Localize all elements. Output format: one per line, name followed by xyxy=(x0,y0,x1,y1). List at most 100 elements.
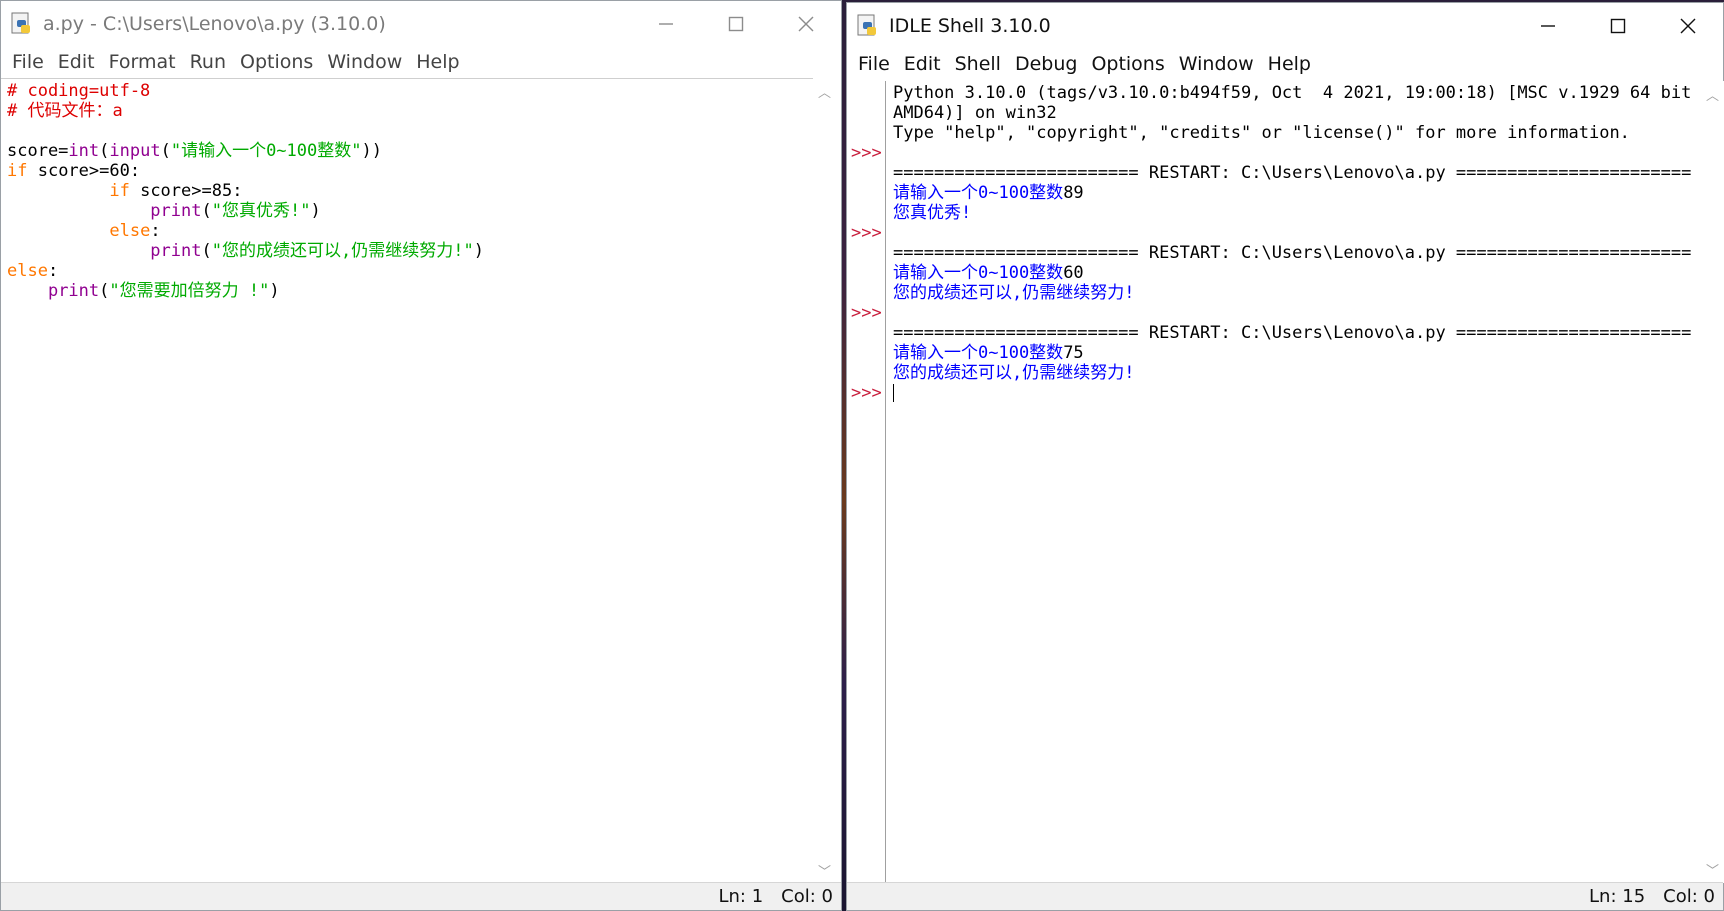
editor-menu-format[interactable]: Format xyxy=(102,51,183,73)
shell-text: AMD64)] on win32 xyxy=(893,103,1057,123)
editor-menu-file[interactable]: File xyxy=(5,51,51,73)
shell-line: 您的成绩还可以,仍需继续努力! xyxy=(893,363,1689,383)
code-line: if score>=85: xyxy=(7,181,807,201)
shell-prompt: >>> xyxy=(851,223,882,243)
maximize-icon xyxy=(1610,18,1626,34)
scroll-down-icon[interactable]: ﹀ xyxy=(818,861,831,880)
code-token: "您需要加倍努力 !" xyxy=(109,281,270,301)
code-line: score=int(input("请输入一个0~100整数")) xyxy=(7,141,807,161)
shell-line: 请输入一个0~100整数60 xyxy=(893,263,1689,283)
column-indicator: Col: 0 xyxy=(781,886,833,907)
scroll-up-icon[interactable]: ︿ xyxy=(818,82,831,101)
maximize-button[interactable] xyxy=(1583,3,1653,49)
code-token: else xyxy=(109,221,151,241)
code-line: print("您需要加倍努力 !") xyxy=(7,281,807,301)
editor-scrollbar[interactable]: ︿ ﹀ xyxy=(813,78,837,884)
close-icon xyxy=(798,16,814,32)
shell-text: ======================== RESTART: C:\Use… xyxy=(893,163,1691,183)
code-token: int xyxy=(68,141,100,161)
editor-text-area[interactable]: # coding=utf-8 # 代码文件：a score=int(input("请… xyxy=(1,78,813,884)
line-indicator: Ln: 15 xyxy=(1589,886,1646,907)
shell-line: 请输入一个0~100整数89 xyxy=(893,183,1689,203)
text-cursor xyxy=(893,384,894,402)
code-line: else: xyxy=(7,221,807,241)
shell-text: Type "help", "copyright", "credits" or "… xyxy=(893,123,1630,143)
code-token: print xyxy=(150,241,202,261)
code-token: score>=60: xyxy=(27,161,141,181)
user-input: 89 xyxy=(1063,183,1084,203)
shell-menu-options[interactable]: Options xyxy=(1084,53,1171,75)
code-token: print xyxy=(47,281,100,301)
code-token: score= xyxy=(7,141,69,161)
code-token: ( xyxy=(99,281,110,301)
python-shell-icon xyxy=(855,13,881,39)
code-token: input xyxy=(109,141,161,161)
shell-scrollbar[interactable]: ︿ ﹀ xyxy=(1701,81,1724,883)
code-token: else xyxy=(7,261,48,281)
shell-prompt-gutter: >>> >>> >>> >>> xyxy=(847,81,886,883)
editor-menu-window[interactable]: Window xyxy=(320,51,409,73)
code-token: ( xyxy=(201,241,212,261)
shell-line xyxy=(893,383,1689,403)
program-output: 请输入一个0~100整数 xyxy=(893,183,1064,203)
code-token: print xyxy=(150,201,202,221)
shell-line: Type "help", "copyright", "credits" or "… xyxy=(893,123,1689,143)
column-indicator: Col: 0 xyxy=(1663,886,1715,907)
shell-menu-debug[interactable]: Debug xyxy=(1008,53,1084,75)
editor-menu-run[interactable]: Run xyxy=(183,51,233,73)
maximize-button[interactable] xyxy=(701,1,771,47)
code-line: # 代码文件：a xyxy=(7,101,807,121)
code-token: ( xyxy=(160,141,171,161)
shell-menu-window[interactable]: Window xyxy=(1172,53,1261,75)
code-token: score>=85: xyxy=(129,181,243,201)
maximize-icon xyxy=(728,16,744,32)
shell-text: ======================== RESTART: C:\Use… xyxy=(893,323,1691,343)
program-output: 您的成绩还可以,仍需继续努力! xyxy=(893,363,1135,383)
close-button[interactable] xyxy=(771,1,841,47)
program-output: 请输入一个0~100整数 xyxy=(893,263,1064,283)
editor-menu-options[interactable]: Options xyxy=(233,51,320,73)
shell-menu-help[interactable]: Help xyxy=(1261,53,1318,75)
editor-titlebar[interactable]: a.py - C:\Users\Lenovo\a.py (3.10.0) xyxy=(1,1,841,47)
shell-text-area[interactable]: Python 3.10.0 (tags/v3.10.0:b494f59, Oct… xyxy=(891,83,1691,883)
code-token: ) xyxy=(310,201,321,221)
shell-prompt: >>> xyxy=(851,303,882,323)
editor-statusbar: Ln: 1 Col: 0 xyxy=(1,882,841,910)
code-token: if xyxy=(7,161,28,181)
editor-menu-help[interactable]: Help xyxy=(409,51,466,73)
shell-titlebar[interactable]: IDLE Shell 3.10.0 xyxy=(847,3,1723,49)
minimize-button[interactable] xyxy=(1513,3,1583,49)
editor-title: a.py - C:\Users\Lenovo\a.py (3.10.0) xyxy=(43,13,386,35)
program-output: 请输入一个0~100整数 xyxy=(893,343,1064,363)
code-token: # 代码文件：a xyxy=(7,101,123,121)
code-token: : xyxy=(47,261,59,281)
shell-menu-shell[interactable]: Shell xyxy=(948,53,1008,75)
shell-text: ======================== RESTART: C:\Use… xyxy=(893,243,1691,263)
code-token: ( xyxy=(201,201,212,221)
scroll-down-icon[interactable]: ﹀ xyxy=(1706,860,1719,879)
line-indicator: Ln: 1 xyxy=(718,886,764,907)
user-input: 75 xyxy=(1063,343,1084,363)
code-token: "请输入一个0~100整数" xyxy=(170,141,362,161)
shell-menu-file[interactable]: File xyxy=(851,53,897,75)
scroll-up-icon[interactable]: ︿ xyxy=(1706,85,1719,104)
close-button[interactable] xyxy=(1653,3,1723,49)
editor-menubar: File Edit Format Run Options Window Help xyxy=(1,47,841,77)
shell-text: Python 3.10.0 (tags/v3.10.0:b494f59, Oct… xyxy=(893,83,1691,103)
shell-menubar: File Edit Shell Debug Options Window Help xyxy=(847,49,1723,79)
shell-menu-edit[interactable]: Edit xyxy=(897,53,948,75)
code-line: else: xyxy=(7,261,807,281)
minimize-icon xyxy=(1541,25,1555,27)
minimize-button[interactable] xyxy=(631,1,701,47)
editor-menu-edit[interactable]: Edit xyxy=(51,51,102,73)
user-input: 60 xyxy=(1063,263,1084,283)
code-token: # coding=utf-8 xyxy=(7,81,151,101)
shell-line: 您的成绩还可以,仍需继续努力! xyxy=(893,283,1689,303)
code-line: if score>=60: xyxy=(7,161,807,181)
